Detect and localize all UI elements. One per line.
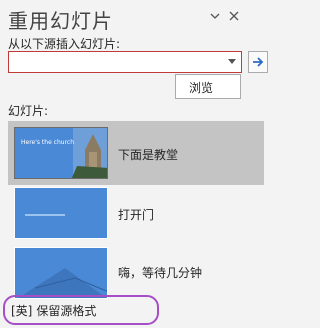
slide-item-1[interactable]: Here's the church 下面是教堂: [8, 121, 264, 185]
slide-item-2[interactable]: 打开门: [8, 181, 264, 245]
keep-source-format-highlight: [英] 保留源格式: [3, 295, 159, 325]
pane-title: 重用幻灯片: [8, 9, 113, 33]
checkbox-icon: [英]: [11, 304, 33, 318]
source-input[interactable]: [8, 51, 242, 73]
keep-source-format-label: 保留源格式: [36, 304, 97, 318]
close-icon[interactable]: [226, 8, 242, 24]
reuse-slides-pane: 重用幻灯片 从以下源插入幻灯片: 浏览 幻灯片: Here's the chur…: [0, 0, 275, 328]
slide-caption: 下面是教堂: [118, 148, 179, 162]
arrow-right-icon: [253, 57, 264, 67]
browse-button[interactable]: 浏览: [175, 74, 241, 99]
slide-thumbnail-2: [14, 187, 108, 239]
slide-thumbnail-1: Here's the church: [14, 127, 108, 179]
slide-thumbnail-3: [14, 247, 108, 299]
slide-caption: 打开门: [118, 208, 155, 222]
keep-source-format-checkbox[interactable]: [英] 保留源格式: [11, 302, 96, 319]
slides-label: 幻灯片:: [8, 104, 49, 118]
source-label: 从以下源插入幻灯片:: [8, 37, 121, 51]
go-button[interactable]: [248, 51, 268, 73]
slide-1-thumb-title: Here's the church: [21, 139, 74, 146]
dropdown-arrow-icon[interactable]: [227, 59, 237, 65]
chevron-down-icon[interactable]: [207, 8, 223, 24]
slide-list: Here's the church 下面是教堂 打开门 嗨，等待几分钟: [8, 121, 265, 299]
slide-caption: 嗨，等待几分钟: [118, 266, 203, 280]
